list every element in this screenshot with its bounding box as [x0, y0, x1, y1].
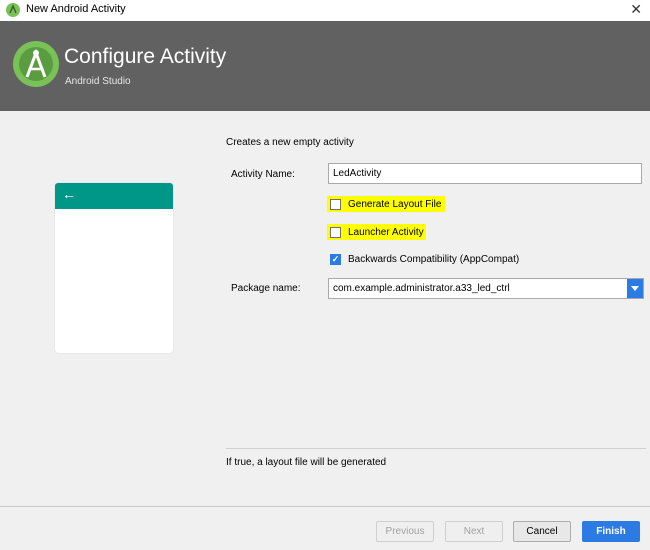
help-text: If true, a layout file will be generated: [226, 457, 387, 468]
finish-button[interactable]: Finish: [582, 521, 640, 542]
activity-preview: ←: [55, 183, 173, 353]
activity-name-label: Activity Name:: [231, 169, 295, 180]
activity-description: Creates a new empty activity: [226, 137, 354, 148]
previous-button[interactable]: Previous: [376, 521, 434, 542]
hint-divider: [226, 448, 646, 449]
android-studio-logo-icon: [13, 41, 59, 87]
chevron-down-icon[interactable]: [627, 279, 643, 298]
preview-app-bar: ←: [55, 183, 173, 209]
android-studio-icon: [6, 3, 20, 17]
next-button[interactable]: Next: [445, 521, 503, 542]
generate-layout-label: Generate Layout File: [348, 198, 442, 210]
package-name-value: com.example.administrator.a33_led_ctrl: [333, 283, 510, 294]
title-bar: New Android Activity ✕: [0, 0, 650, 21]
page-subtitle: Android Studio: [65, 76, 131, 87]
generate-layout-checkbox[interactable]: [330, 198, 341, 210]
page-title: Configure Activity: [64, 45, 227, 68]
activity-name-input[interactable]: LedActivity: [328, 163, 642, 184]
wizard-header: Configure Activity Android Studio: [0, 21, 650, 111]
package-name-select[interactable]: com.example.administrator.a33_led_ctrl: [328, 278, 644, 299]
package-name-label: Package name:: [231, 283, 301, 294]
window-title: New Android Activity: [26, 3, 126, 15]
close-icon[interactable]: ✕: [630, 1, 642, 18]
launcher-activity-label: Launcher Activity: [348, 226, 424, 238]
cancel-button[interactable]: Cancel: [513, 521, 571, 542]
footer-divider: [0, 506, 650, 507]
launcher-activity-option[interactable]: Launcher Activity: [327, 224, 426, 240]
backwards-compat-label: Backwards Compatibility (AppCompat): [348, 253, 520, 265]
launcher-activity-checkbox[interactable]: [330, 226, 341, 238]
generate-layout-option[interactable]: Generate Layout File: [327, 196, 446, 212]
back-arrow-icon: ←: [62, 186, 76, 202]
backwards-compat-checkbox[interactable]: [330, 253, 341, 265]
backwards-compat-option[interactable]: Backwards Compatibility (AppCompat): [330, 251, 519, 267]
